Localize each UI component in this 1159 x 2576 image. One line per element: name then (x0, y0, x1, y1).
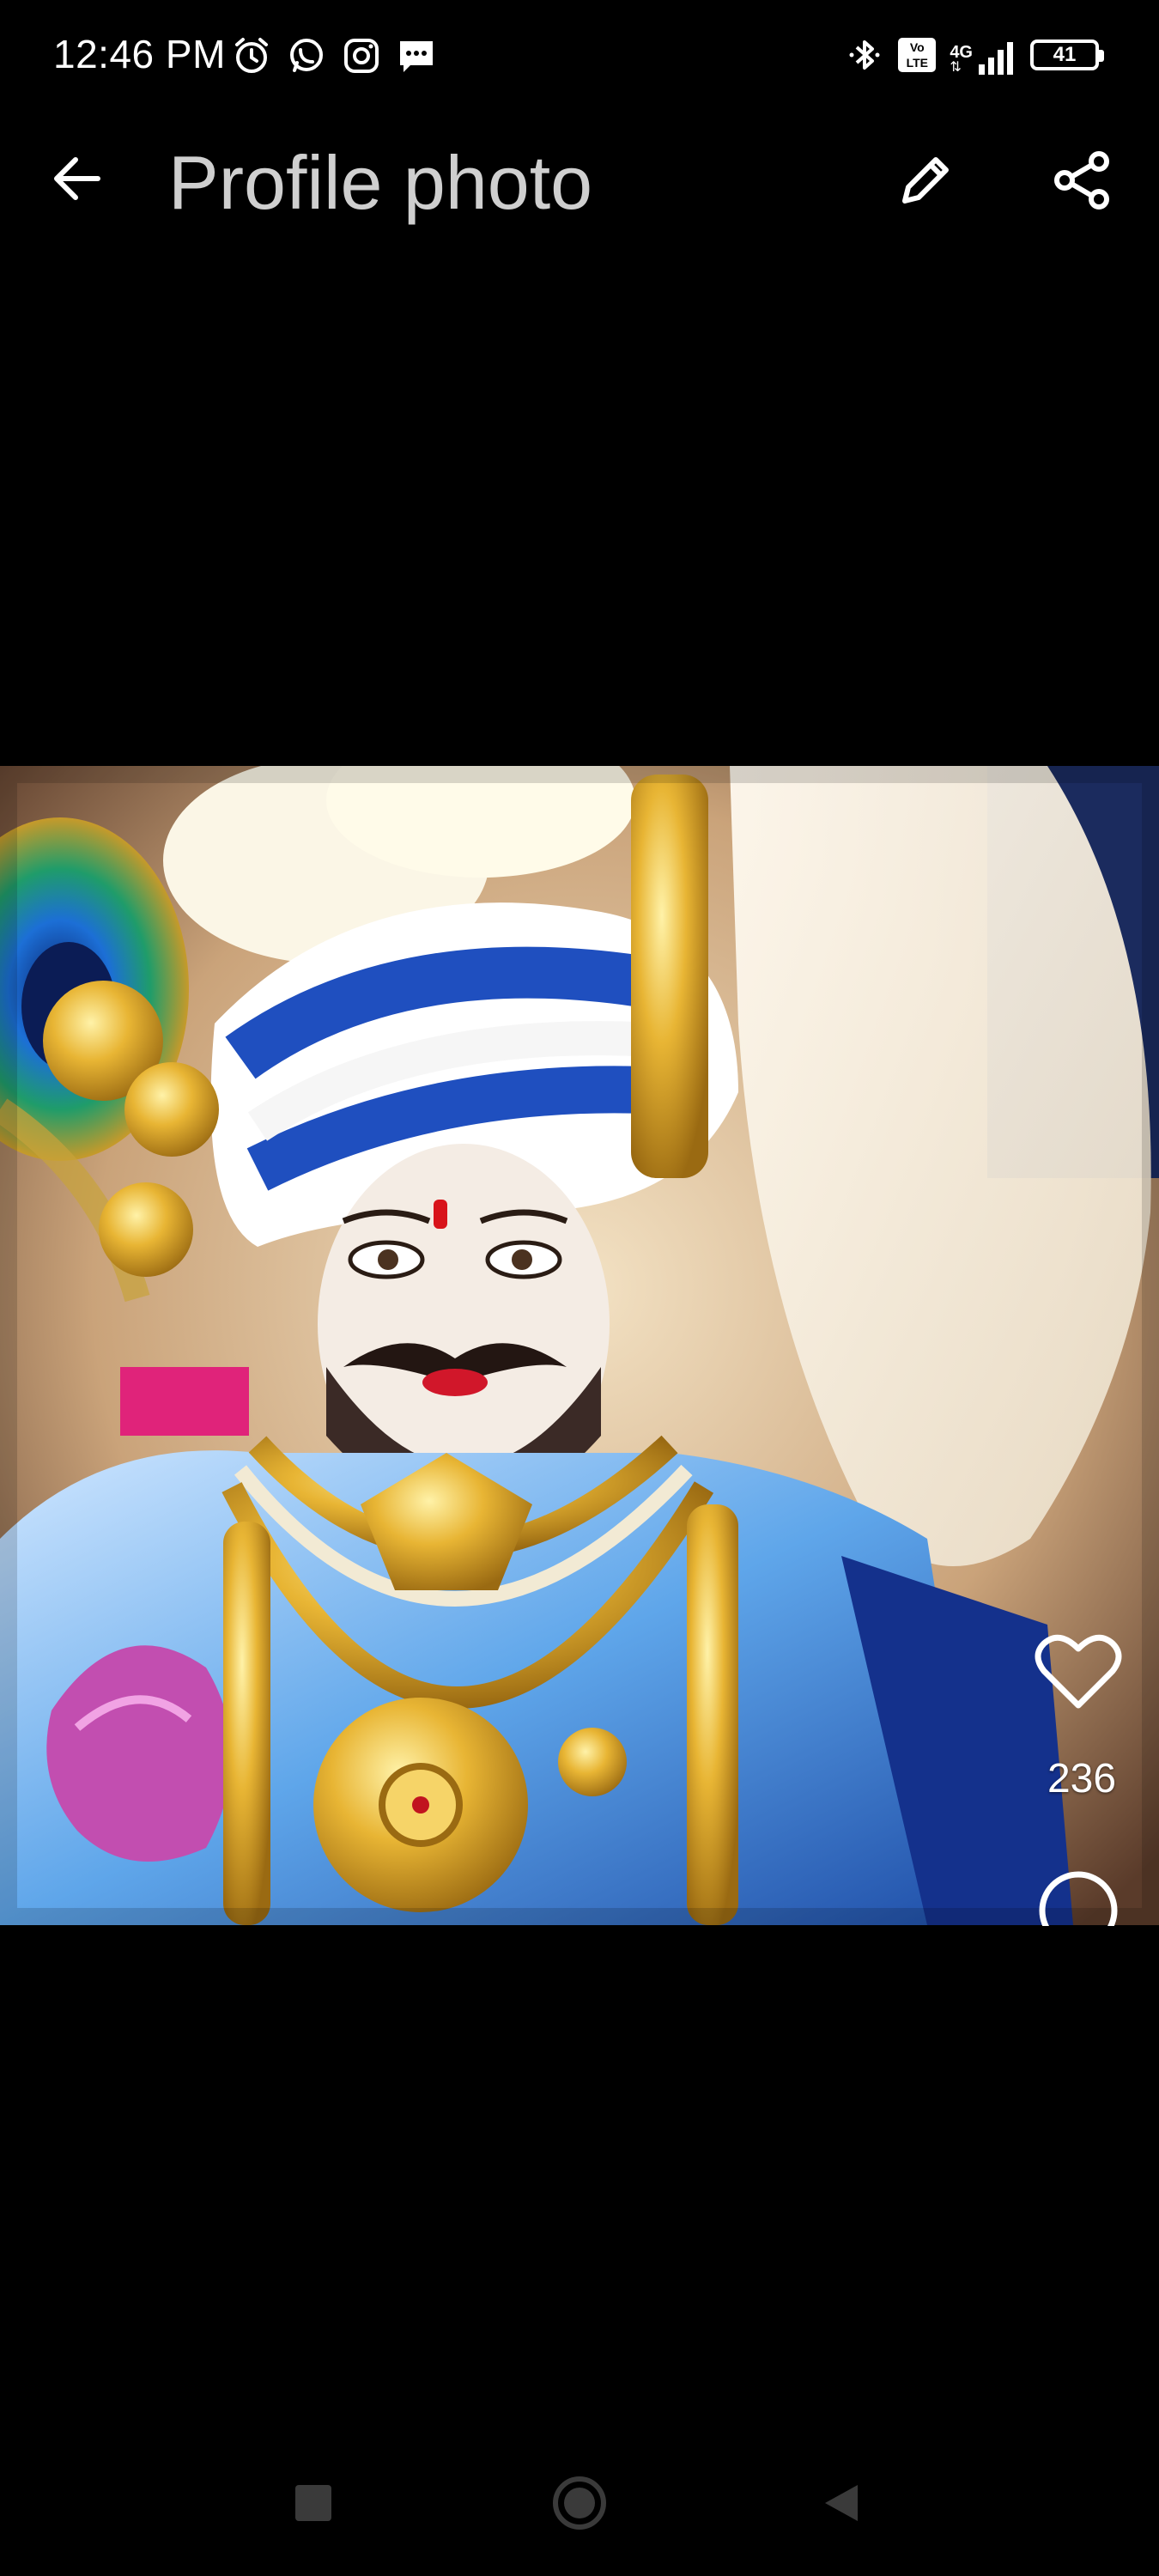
whatsapp-icon (287, 36, 326, 76)
arrow-left-icon (54, 157, 100, 200)
edit-button[interactable] (889, 144, 962, 216)
navigation-bar (0, 2447, 1159, 2550)
notification-icons (232, 34, 436, 77)
back-triangle-icon (825, 2485, 858, 2521)
message-icon (397, 36, 436, 76)
heart-outline-icon (1035, 1634, 1122, 1709)
recents-square-icon (295, 2485, 331, 2521)
back-button[interactable] (43, 144, 112, 213)
like-button[interactable] (1034, 1630, 1123, 1712)
pencil-icon (902, 157, 949, 204)
profile-photo-image (0, 766, 1159, 1925)
like-count: 236 (1047, 1756, 1117, 1801)
instagram-icon (342, 36, 381, 76)
home-button[interactable] (549, 2473, 610, 2533)
volte-icon: Vo LTE (898, 38, 937, 72)
comment-button[interactable] (1035, 1868, 1121, 1926)
battery-icon: 41 (1030, 39, 1104, 70)
page-title: Profile photo (168, 140, 593, 225)
signal-4g-icon: 4G ⇅ (950, 35, 1016, 75)
app-bar: Profile photo (0, 120, 1159, 240)
system-status-icons: Vo LTE 4G ⇅ 41 (845, 31, 1104, 79)
status-bar: 12:46 PM Vo LTE 4G ⇅ 41 (0, 0, 1159, 112)
network-type: 4G (950, 43, 973, 62)
share-icon (1054, 151, 1109, 210)
volte-label: Vo LTE (906, 40, 929, 70)
profile-photo[interactable] (0, 766, 1159, 1925)
comment-bubble-icon (1039, 1871, 1118, 1926)
alarm-icon (232, 36, 271, 76)
bluetooth-icon (845, 35, 884, 75)
status-time: 12:46 PM (53, 32, 226, 76)
recents-button[interactable] (283, 2473, 343, 2533)
nav-back-button[interactable] (811, 2473, 871, 2533)
share-button[interactable] (1046, 144, 1118, 216)
home-circle-icon (553, 2476, 606, 2530)
